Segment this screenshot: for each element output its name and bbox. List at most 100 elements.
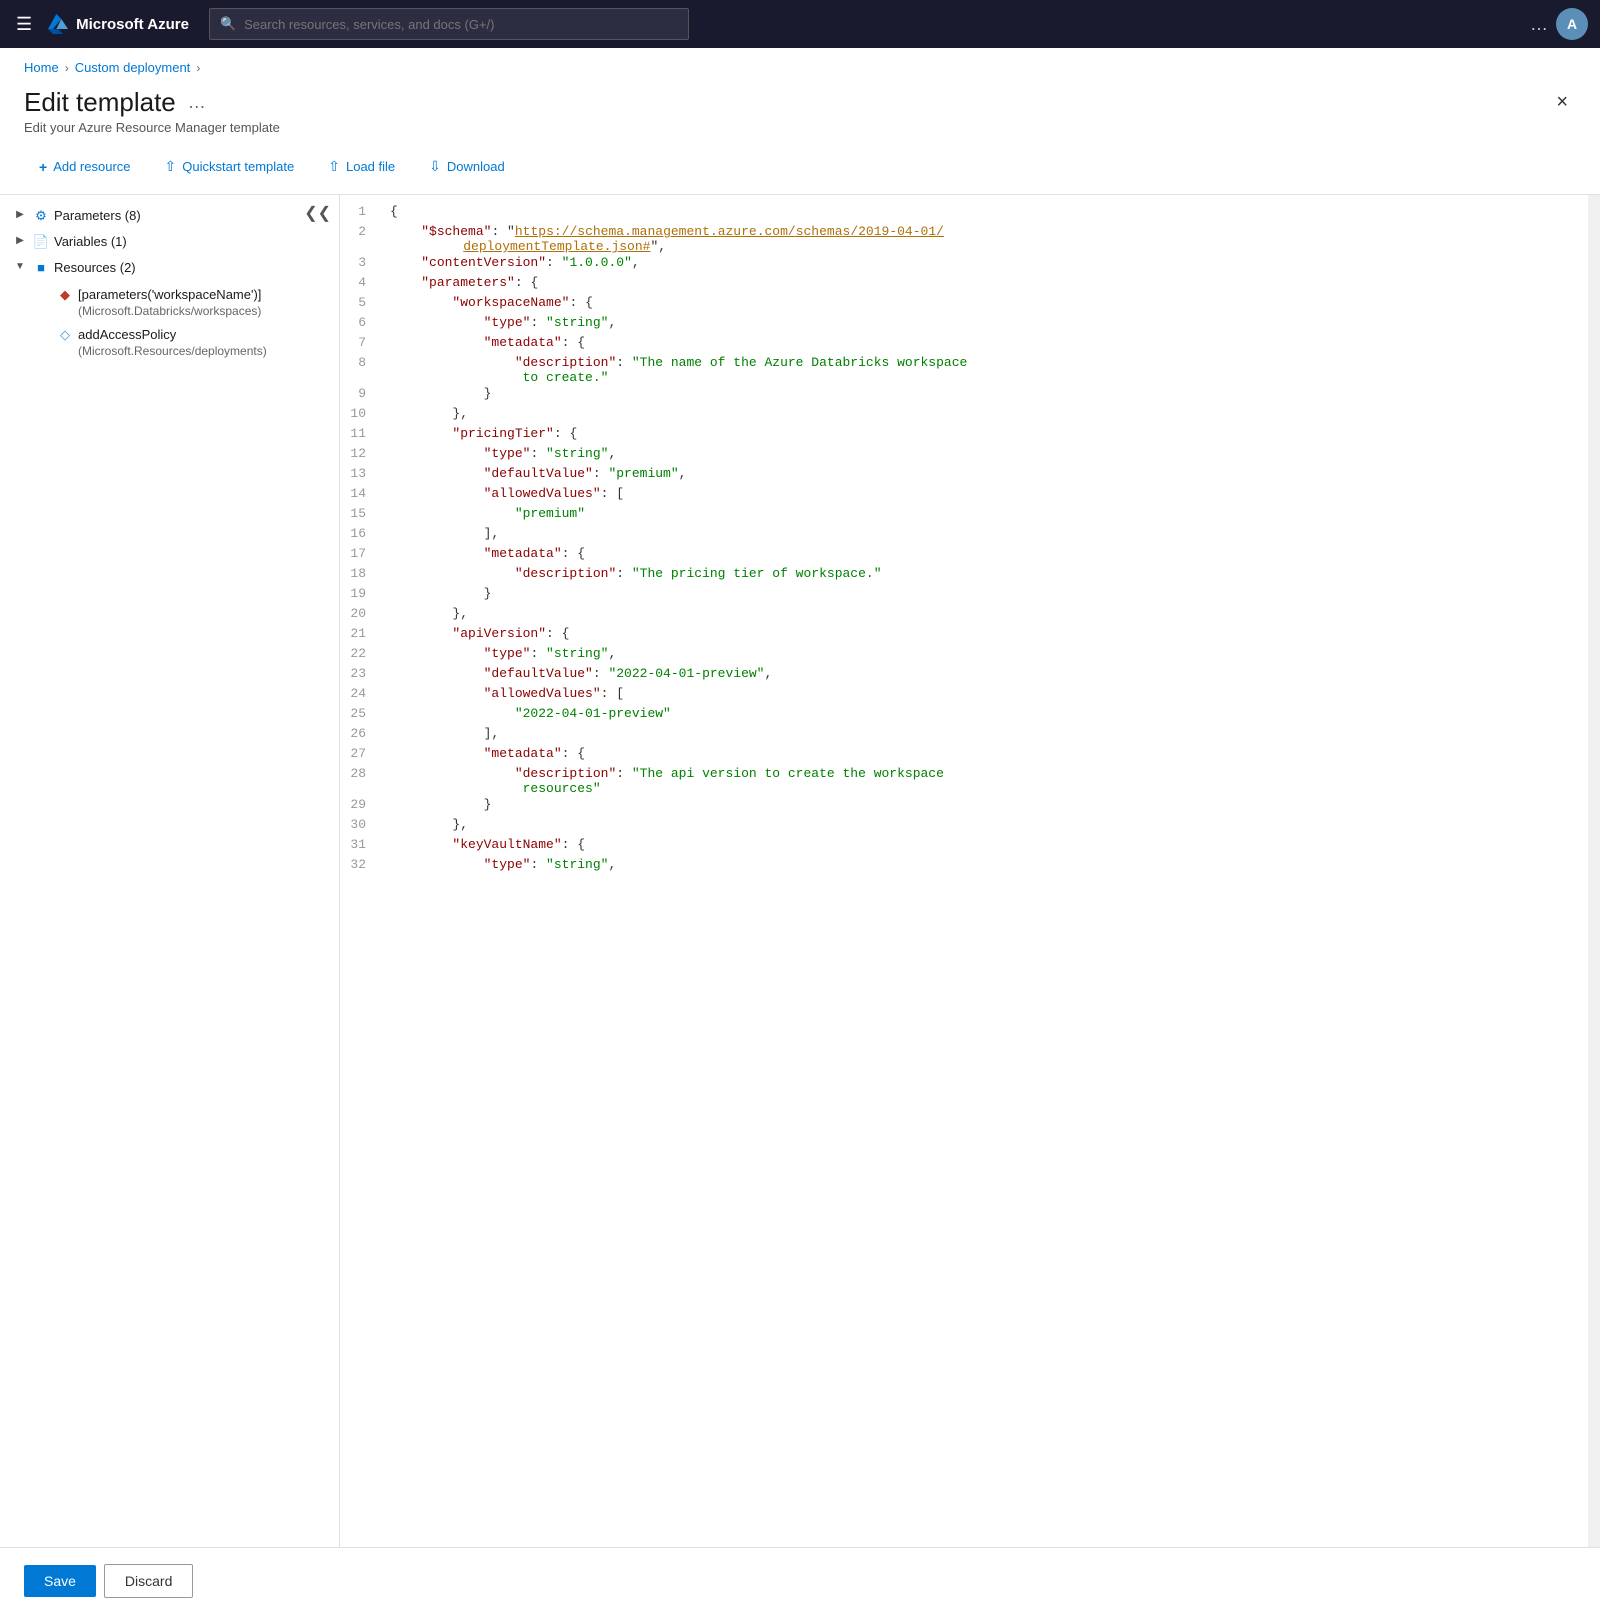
collapse-panel-button[interactable]: ❮❮ bbox=[304, 203, 331, 223]
tree-resource-1[interactable]: ◆ [parameters('workspaceName')] (Microso… bbox=[0, 282, 339, 322]
table-row: 12 "type": "string", bbox=[340, 445, 1600, 465]
table-row: 13 "defaultValue": "premium", bbox=[340, 465, 1600, 485]
table-row: 10 }, bbox=[340, 405, 1600, 425]
topbar: ☰ Microsoft Azure 🔍 … A bbox=[0, 0, 1600, 48]
line-content: "description": "The api version to creat… bbox=[382, 765, 1600, 796]
table-row: 3 "contentVersion": "1.0.0.0", bbox=[340, 254, 1600, 274]
load-file-button[interactable]: ⇧ Load file bbox=[313, 151, 410, 182]
page-header: Edit template … × bbox=[0, 75, 1600, 118]
header-more-icon[interactable]: … bbox=[188, 92, 206, 113]
line-content: } bbox=[382, 796, 1600, 816]
variables-expand-icon: ▶ bbox=[12, 235, 28, 246]
line-content: "description": "The pricing tier of work… bbox=[382, 565, 1600, 585]
line-content: }, bbox=[382, 605, 1600, 625]
line-number: 7 bbox=[340, 334, 382, 354]
scrollbar[interactable] bbox=[1588, 195, 1600, 1547]
table-row: 8 "description": "The name of the Azure … bbox=[340, 354, 1600, 385]
discard-button[interactable]: Discard bbox=[104, 1564, 193, 1598]
table-row: 20 }, bbox=[340, 605, 1600, 625]
line-content: "type": "string", bbox=[382, 856, 1600, 876]
table-row: 15 "premium" bbox=[340, 505, 1600, 525]
search-input[interactable] bbox=[244, 17, 678, 32]
line-number: 6 bbox=[340, 314, 382, 334]
line-content: "metadata": { bbox=[382, 545, 1600, 565]
line-content: "type": "string", bbox=[382, 314, 1600, 334]
table-row: 30 }, bbox=[340, 816, 1600, 836]
line-content: "type": "string", bbox=[382, 445, 1600, 465]
plus-icon: + bbox=[39, 159, 47, 175]
search-bar[interactable]: 🔍 bbox=[209, 8, 689, 40]
line-number: 20 bbox=[340, 605, 382, 625]
line-number: 27 bbox=[340, 745, 382, 765]
tree-variables[interactable]: ▶ 📄 Variables (1) bbox=[0, 229, 339, 255]
line-content: ], bbox=[382, 525, 1600, 545]
breadcrumb-custom-deployment[interactable]: Custom deployment bbox=[75, 60, 191, 75]
tree-resources[interactable]: ▼ ■ Resources (2) bbox=[0, 255, 339, 281]
left-panel: ❮❮ ▶ ⚙ Parameters (8) ▶ 📄 Variables (1) … bbox=[0, 195, 340, 1547]
hamburger-menu-icon[interactable]: ☰ bbox=[12, 10, 36, 39]
databricks-icon: ◆ bbox=[56, 287, 74, 303]
line-number: 1 bbox=[340, 203, 382, 223]
save-button[interactable]: Save bbox=[24, 1565, 96, 1597]
table-row: 31 "keyVaultName": { bbox=[340, 836, 1600, 856]
table-row: 1{ bbox=[340, 203, 1600, 223]
table-row: 9 } bbox=[340, 385, 1600, 405]
load-file-icon: ⇧ bbox=[328, 158, 340, 175]
line-number: 28 bbox=[340, 765, 382, 796]
main-content: ❮❮ ▶ ⚙ Parameters (8) ▶ 📄 Variables (1) … bbox=[0, 195, 1600, 1547]
line-number: 18 bbox=[340, 565, 382, 585]
table-row: 16 ], bbox=[340, 525, 1600, 545]
line-content: "contentVersion": "1.0.0.0", bbox=[382, 254, 1600, 274]
line-number: 10 bbox=[340, 405, 382, 425]
bottom-bar: Save Discard bbox=[0, 1547, 1600, 1614]
breadcrumb-home[interactable]: Home bbox=[24, 60, 59, 75]
table-row: 19 } bbox=[340, 585, 1600, 605]
line-content: "premium" bbox=[382, 505, 1600, 525]
code-table: 1{2 "$schema": "https://schema.managemen… bbox=[340, 203, 1600, 876]
table-row: 25 "2022-04-01-preview" bbox=[340, 705, 1600, 725]
table-row: 2 "$schema": "https://schema.management.… bbox=[340, 223, 1600, 254]
line-content: "metadata": { bbox=[382, 334, 1600, 354]
line-number: 19 bbox=[340, 585, 382, 605]
close-button[interactable]: × bbox=[1548, 87, 1576, 118]
table-row: 18 "description": "The pricing tier of w… bbox=[340, 565, 1600, 585]
search-icon: 🔍 bbox=[220, 16, 236, 32]
tree-resource-2[interactable]: ◇ addAccessPolicy (Microsoft.Resources/d… bbox=[0, 322, 339, 362]
line-content: "description": "The name of the Azure Da… bbox=[382, 354, 1600, 385]
line-content: "allowedValues": [ bbox=[382, 485, 1600, 505]
line-number: 31 bbox=[340, 836, 382, 856]
user-avatar[interactable]: A bbox=[1556, 8, 1588, 40]
line-number: 3 bbox=[340, 254, 382, 274]
breadcrumb-sep-1: › bbox=[65, 61, 69, 75]
line-number: 25 bbox=[340, 705, 382, 725]
line-content: }, bbox=[382, 816, 1600, 836]
more-options-icon[interactable]: … bbox=[1530, 14, 1548, 35]
deployment-icon: ◇ bbox=[56, 327, 74, 343]
tree-parameters[interactable]: ▶ ⚙ Parameters (8) bbox=[0, 203, 339, 229]
download-icon: ⇩ bbox=[429, 158, 441, 175]
line-content: } bbox=[382, 385, 1600, 405]
line-number: 22 bbox=[340, 645, 382, 665]
line-number: 9 bbox=[340, 385, 382, 405]
parameters-icon: ⚙ bbox=[32, 208, 50, 224]
line-content: "keyVaultName": { bbox=[382, 836, 1600, 856]
table-row: 23 "defaultValue": "2022-04-01-preview", bbox=[340, 665, 1600, 685]
line-content: } bbox=[382, 585, 1600, 605]
line-number: 29 bbox=[340, 796, 382, 816]
topbar-right: … A bbox=[1530, 8, 1588, 40]
line-content: }, bbox=[382, 405, 1600, 425]
table-row: 27 "metadata": { bbox=[340, 745, 1600, 765]
table-row: 32 "type": "string", bbox=[340, 856, 1600, 876]
code-editor[interactable]: 1{2 "$schema": "https://schema.managemen… bbox=[340, 195, 1600, 1547]
line-number: 13 bbox=[340, 465, 382, 485]
line-number: 14 bbox=[340, 485, 382, 505]
table-row: 14 "allowedValues": [ bbox=[340, 485, 1600, 505]
quickstart-template-button[interactable]: ⇧ Quickstart template bbox=[150, 151, 310, 182]
download-button[interactable]: ⇩ Download bbox=[414, 151, 520, 182]
add-resource-button[interactable]: + Add resource bbox=[24, 152, 146, 182]
line-number: 8 bbox=[340, 354, 382, 385]
line-number: 24 bbox=[340, 685, 382, 705]
table-row: 28 "description": "The api version to cr… bbox=[340, 765, 1600, 796]
code-panel: 1{2 "$schema": "https://schema.managemen… bbox=[340, 195, 1600, 1547]
line-number: 5 bbox=[340, 294, 382, 314]
